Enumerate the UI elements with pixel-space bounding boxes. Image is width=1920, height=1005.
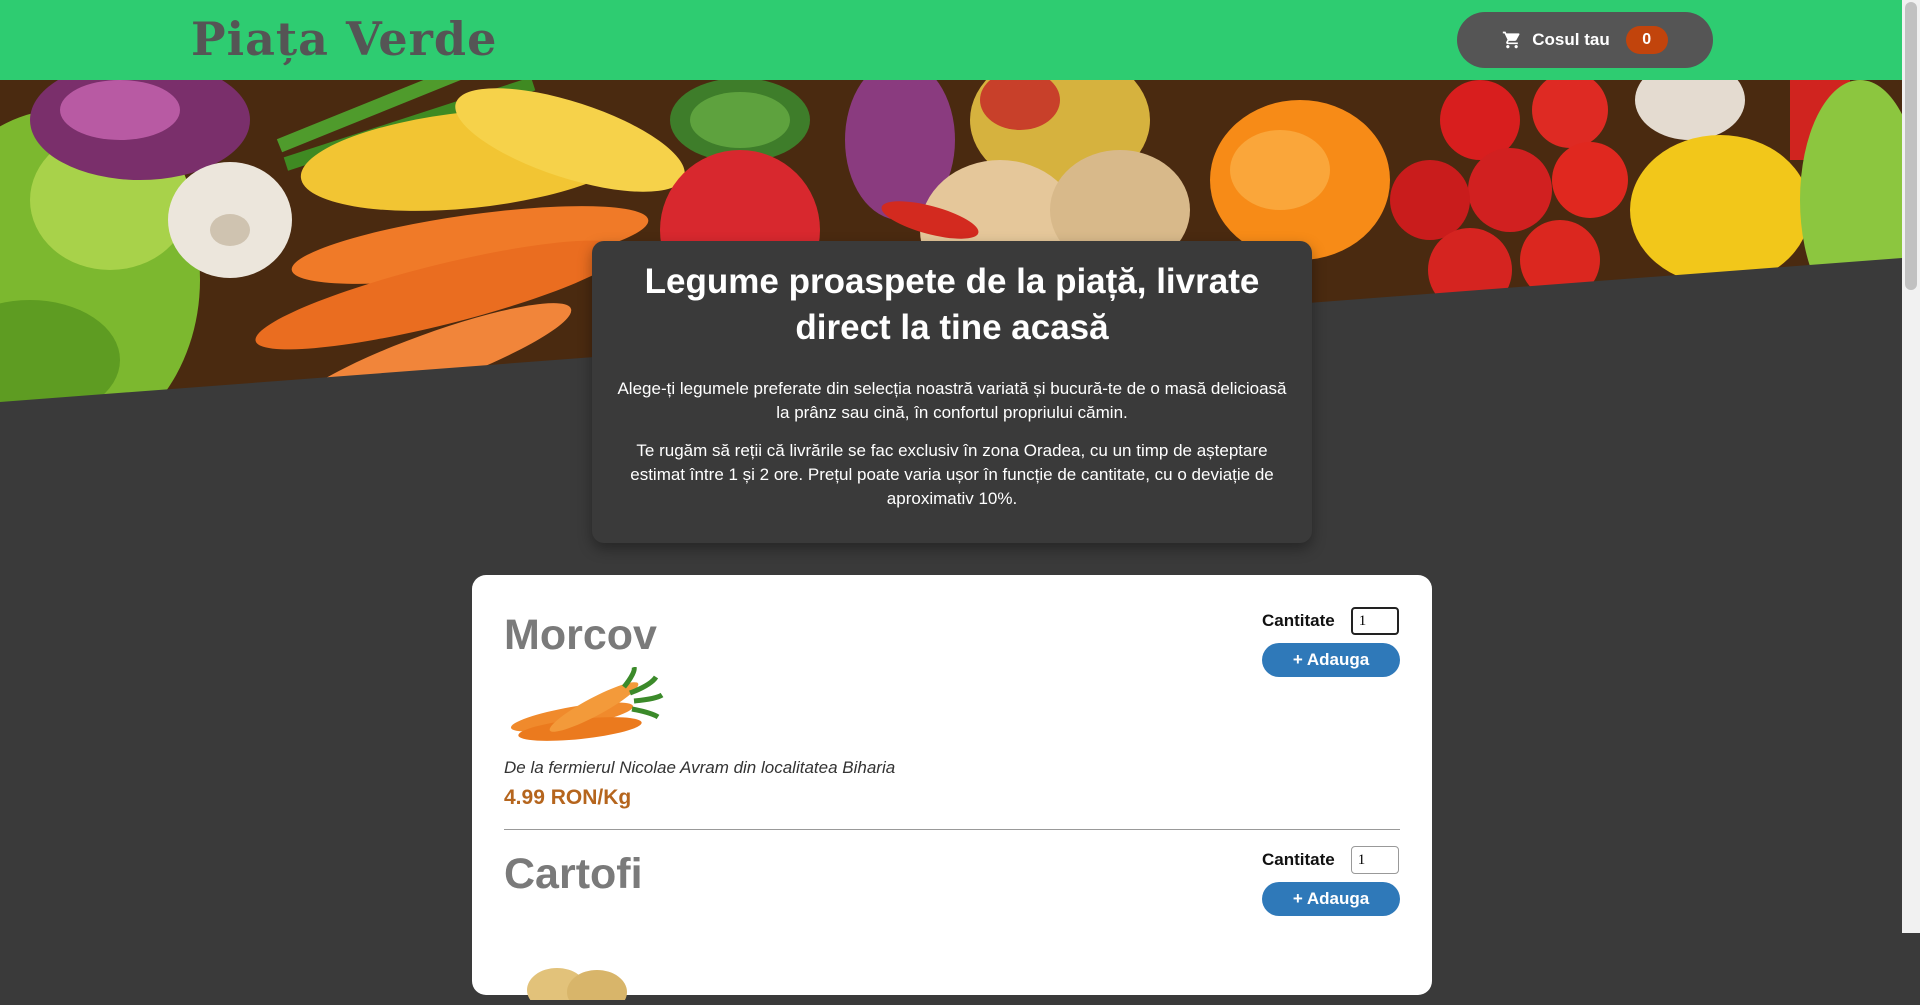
site-logo[interactable]: Piața Verde (191, 12, 497, 66)
product-price: 4.99 RON/Kg (504, 786, 632, 809)
quantity-row: Cantitate (1262, 846, 1399, 874)
product-list: Morcov De la fermierul Nicolae Avram din… (472, 575, 1432, 1005)
intro-card: Legume proaspete de la piață, livrate di… (592, 241, 1312, 543)
quantity-row: Cantitate (1262, 607, 1399, 635)
add-to-cart-button[interactable]: + Adauga (1262, 882, 1400, 916)
intro-title: Legume proaspete de la piață, livrate di… (644, 262, 1260, 347)
page-scrollbar[interactable] (1902, 0, 1920, 933)
quantity-label: Cantitate (1262, 850, 1335, 869)
product-origin: De la fermierul Nicolae Avram din locali… (504, 758, 896, 777)
product-name: Morcov (504, 611, 657, 659)
scrollbar-thumb[interactable] (1905, 2, 1917, 290)
cart-label: Cosul tau (1532, 30, 1610, 49)
quantity-input[interactable] (1350, 607, 1399, 635)
quantity-input[interactable] (1350, 846, 1399, 874)
product-name: Cartofi (504, 850, 643, 898)
potato-image (522, 960, 632, 1005)
add-to-cart-button[interactable]: + Adauga (1262, 643, 1400, 677)
cart-button[interactable]: Cosul tau 0 (1457, 12, 1713, 68)
top-header: Piața Verde Cosul tau 0 (0, 0, 1902, 80)
intro-paragraph-1: Alege-ți legumele preferate din selecția… (617, 379, 1287, 422)
quantity-label: Cantitate (1262, 611, 1335, 630)
cart-count-badge: 0 (1625, 26, 1668, 54)
shopping-cart-icon (1502, 30, 1522, 50)
carrot-image (506, 666, 664, 754)
intro-paragraph-2: Te rugăm să reții că livrările se fac ex… (630, 441, 1274, 508)
product-item: Morcov De la fermierul Nicolae Avram din… (504, 575, 1400, 829)
product-item: Cartofi Cantitate + Adauga (504, 814, 1400, 1005)
